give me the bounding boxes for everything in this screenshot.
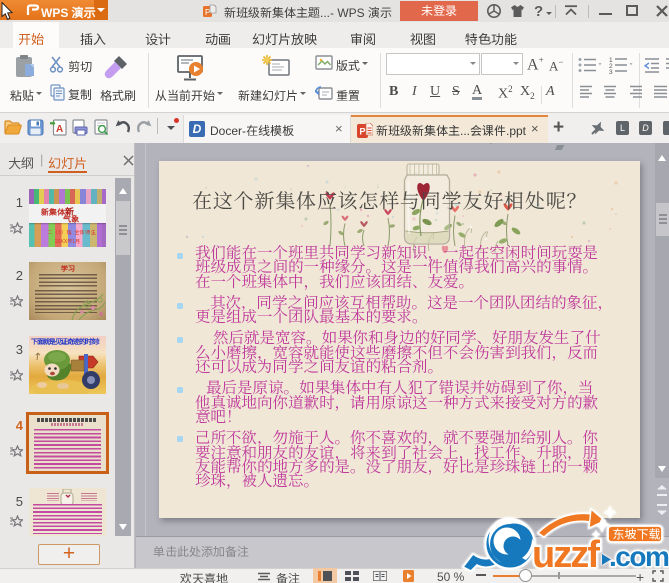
svg-text:3: 3 xyxy=(609,69,613,74)
svg-text:东坡下载: 东坡下载 xyxy=(613,526,661,543)
svg-text:P: P xyxy=(360,127,366,137)
svg-text:P: P xyxy=(205,8,210,17)
svg-text:uzzf: uzzf xyxy=(532,534,600,576)
svg-text:.com: .com xyxy=(609,541,669,572)
svg-text:A: A xyxy=(56,124,63,135)
